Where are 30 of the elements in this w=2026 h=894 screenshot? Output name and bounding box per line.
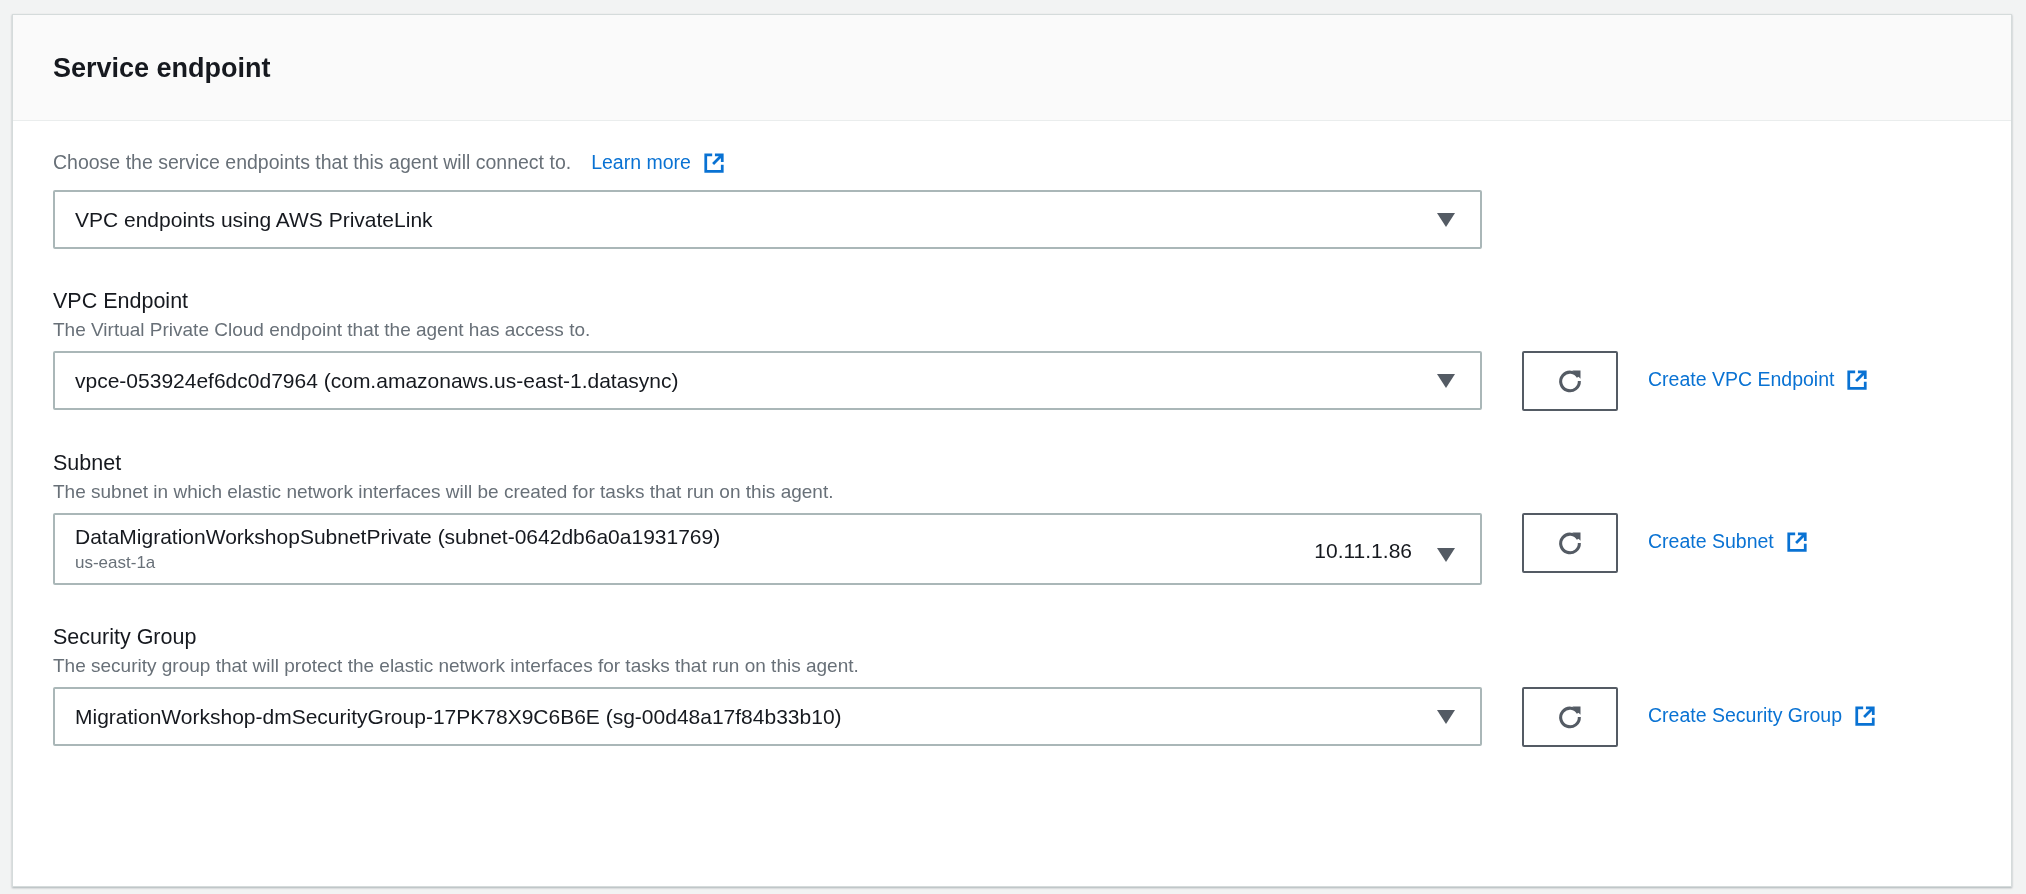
field-description: The Virtual Private Cloud endpoint that the agent has access to. [53, 319, 592, 341]
caret-icon [1436, 708, 1456, 725]
field-label: Security Group [53, 625, 198, 650]
panel-title: Service endpoint [53, 53, 272, 84]
select-tag: 10.11.1.86 [1314, 525, 1412, 563]
refresh-button[interactable] [1522, 351, 1618, 411]
field-select[interactable]: MigrationWorkshop-dmSecurityGroup-17PK78X9C6B6E (sg-00d48a17f84b33b10) [53, 687, 1482, 746]
caret-icon [1436, 372, 1456, 389]
refresh-button[interactable] [1522, 513, 1618, 573]
external-link-icon [1785, 530, 1808, 553]
intro-text: Choose the service endpoints that this agent will connect to. [53, 151, 572, 174]
learn-more-link[interactable]: Learn more [591, 151, 725, 174]
select-secondary-text: us-east-1a [75, 553, 157, 573]
field-description: The security group that will protect the elastic network interfaces for tasks that run on this agent. [53, 655, 860, 677]
field-description: The subnet in which elastic network interfaces will be created for tasks that run on this agent. [53, 481, 835, 503]
create-link[interactable]: Create Security Group [1648, 704, 1876, 727]
field-select[interactable]: vpce-053924ef6dc0d7964 (com.amazonaws.us-east-1.datasync) [53, 351, 1482, 410]
select-value: DataMigrationWorkshopSubnetPrivate (subnet-0642db6a0a1931769) [75, 525, 722, 549]
endpoint-type-select[interactable]: VPC endpoints using AWS PrivateLink [53, 190, 1482, 249]
external-link-icon [1846, 368, 1869, 391]
create-link[interactable]: Create VPC Endpoint [1648, 368, 1869, 391]
caret-icon [1436, 547, 1456, 563]
field-label: Subnet [53, 451, 123, 476]
external-link-icon [1854, 704, 1876, 727]
refresh-button[interactable] [1522, 687, 1618, 747]
caret-icon [1436, 211, 1456, 228]
field-label: VPC Endpoint [53, 289, 190, 314]
field-select[interactable]: DataMigrationWorkshopSubnetPrivate (subnet-0642db6a0a1931769) us-east-1a 10.11.1.86 [53, 513, 1482, 585]
create-link[interactable]: Create Subnet [1648, 530, 1808, 553]
external-link-icon [702, 151, 725, 174]
